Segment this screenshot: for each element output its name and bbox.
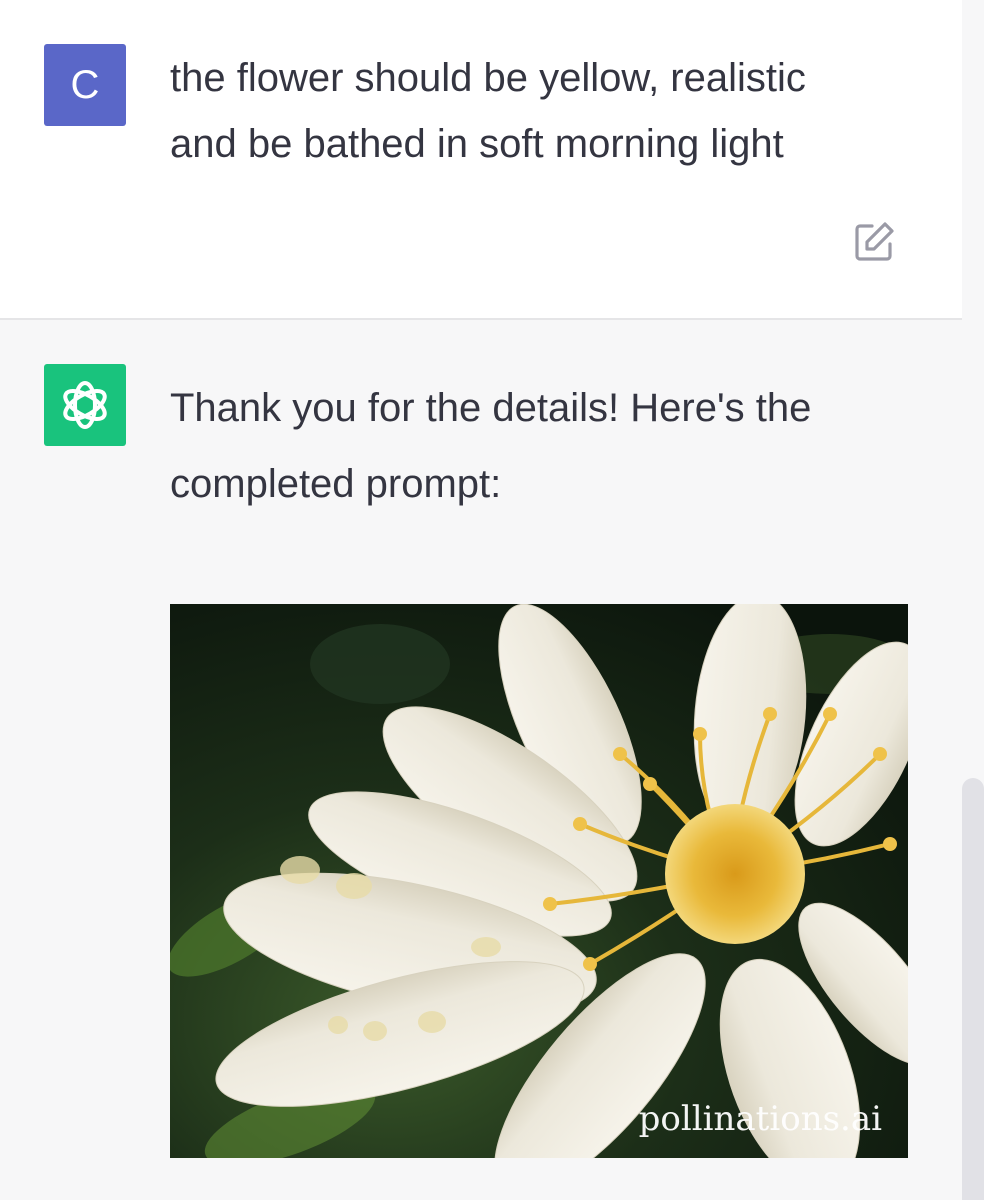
assistant-message: Thank you for the details! Here's the co… bbox=[0, 320, 962, 1200]
assistant-message-text: Thank you for the details! Here's the co… bbox=[170, 386, 812, 506]
edit-icon[interactable] bbox=[852, 220, 896, 264]
chat-page: C the flower should be yellow, realistic… bbox=[0, 0, 984, 1200]
scrollbar-thumb[interactable] bbox=[962, 778, 984, 1200]
generated-image[interactable]: pollinations.ai bbox=[170, 604, 908, 1158]
image-watermark: pollinations.ai bbox=[639, 1099, 882, 1139]
openai-logo-icon bbox=[44, 364, 126, 446]
user-message: C the flower should be yellow, realistic… bbox=[0, 0, 962, 320]
user-avatar: C bbox=[44, 44, 126, 126]
user-avatar-letter: C bbox=[70, 62, 100, 107]
user-message-text: the flower should be yellow, realistic a… bbox=[170, 56, 806, 166]
